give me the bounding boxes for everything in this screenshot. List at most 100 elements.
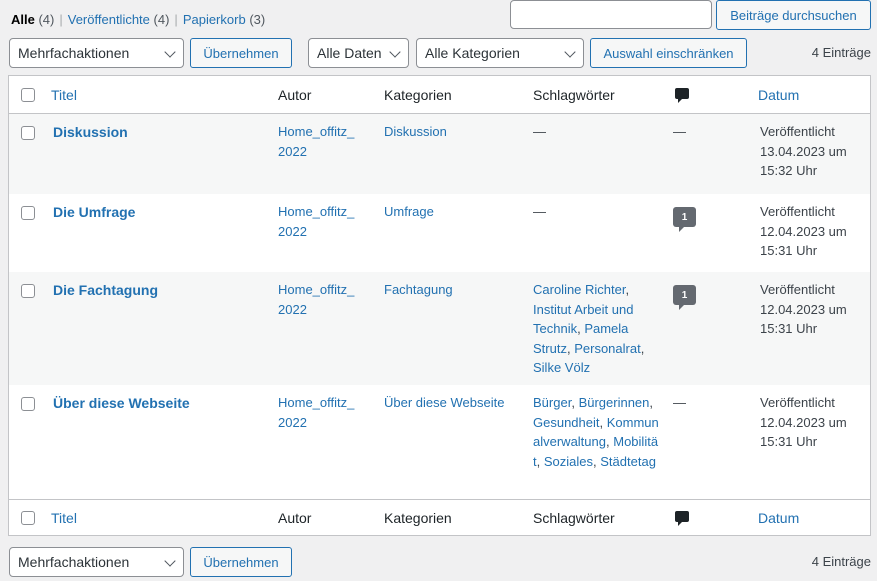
filter-trash-count: (3) bbox=[249, 12, 266, 27]
author-line: Home_offitz_ bbox=[278, 395, 355, 410]
author-line: Home_offitz_ bbox=[278, 282, 355, 297]
category-filter-value: Alle Kategorien bbox=[425, 45, 520, 61]
tag-separator: , bbox=[536, 453, 541, 469]
post-time-value: 15:32 Uhr bbox=[760, 163, 818, 178]
separator: | bbox=[59, 12, 63, 27]
column-title[interactable]: Titel bbox=[51, 510, 77, 526]
date-filter-value: Alle Daten bbox=[317, 45, 382, 61]
tag-separator: , bbox=[566, 340, 571, 356]
tag-separator: , bbox=[649, 395, 654, 410]
post-category-link[interactable]: Umfrage bbox=[384, 202, 524, 222]
select-all-checkbox[interactable] bbox=[21, 511, 35, 525]
bulk-actions-select-bottom[interactable]: Mehrfachaktionen bbox=[9, 547, 184, 577]
tag-link[interactable]: Silke Völz bbox=[533, 360, 590, 375]
table-row: Über diese Webseite Home_offitz_ 2022 Übe… bbox=[9, 385, 870, 499]
row-checkbox[interactable] bbox=[21, 284, 35, 298]
date-filter-select[interactable]: Alle Daten bbox=[308, 38, 409, 68]
chevron-down-icon bbox=[164, 555, 176, 567]
filter-all-label: Alle bbox=[11, 12, 35, 27]
filter-button[interactable]: Auswahl einschränken bbox=[590, 38, 747, 68]
table-row: Die Umfrage Home_offitz_ 2022 Umfrage — 1… bbox=[9, 194, 870, 272]
tag-link[interactable]: Bürgerinnen bbox=[579, 395, 650, 410]
no-comments: — bbox=[673, 124, 686, 139]
post-date: Veröffentlicht 13.04.2023 um 15:32 Uhr bbox=[760, 122, 865, 181]
author-line: Home_offitz_ bbox=[278, 204, 355, 219]
search-input[interactable] bbox=[510, 0, 712, 29]
tag-separator: , bbox=[599, 414, 604, 430]
filter-published-label: Veröffentlichte bbox=[67, 12, 150, 27]
post-category-link[interactable]: Diskussion bbox=[384, 122, 524, 142]
tag-link[interactable]: Personalrat bbox=[574, 341, 640, 356]
row-checkbox[interactable] bbox=[21, 126, 35, 140]
apply-button-bottom[interactable]: Übernehmen bbox=[190, 547, 292, 577]
post-category-link[interactable]: Über diese Webseite bbox=[384, 393, 524, 413]
author-line: 2022 bbox=[278, 143, 307, 159]
comment-bubble-icon bbox=[675, 88, 689, 103]
post-date: Veröffentlicht 12.04.2023 um 15:31 Uhr bbox=[760, 202, 865, 261]
post-date: Veröffentlicht 12.04.2023 um 15:31 Uhr bbox=[760, 393, 865, 452]
no-comments: — bbox=[673, 395, 686, 410]
column-categories: Kategorien bbox=[384, 87, 452, 103]
post-date-value: 13.04.2023 um bbox=[760, 143, 847, 159]
chevron-down-icon bbox=[389, 46, 401, 58]
tag-link[interactable]: Caroline Richter bbox=[533, 282, 626, 297]
select-all-checkbox[interactable] bbox=[21, 88, 35, 102]
bulk-actions-select[interactable]: Mehrfachaktionen bbox=[9, 38, 184, 68]
post-date-value: 12.04.2023 um bbox=[760, 301, 847, 317]
tag-separator: , bbox=[606, 434, 610, 449]
post-category-link[interactable]: Fachtagung bbox=[384, 280, 524, 300]
items-count: 4 Einträge bbox=[811, 45, 871, 60]
column-categories: Kategorien bbox=[384, 510, 452, 526]
post-time-value: 15:31 Uhr bbox=[760, 434, 818, 449]
post-time-value: 15:31 Uhr bbox=[760, 321, 818, 336]
table-header: Titel Autor Kategorien Schlagwörter Datu… bbox=[9, 76, 870, 114]
tag-link[interactable]: Bürger bbox=[533, 395, 571, 410]
status-filter-links: Alle (4) | Veröffentlichte (4) | Papierkorb … bbox=[11, 12, 265, 27]
no-tags: — bbox=[533, 124, 546, 139]
post-status: Veröffentlicht bbox=[760, 204, 835, 219]
tag-separator: , bbox=[593, 453, 597, 469]
post-date: Veröffentlicht 12.04.2023 um 15:31 Uhr bbox=[760, 280, 865, 339]
tag-link[interactable]: Gesundheit bbox=[533, 415, 600, 430]
filter-all[interactable]: Alle (4) bbox=[11, 12, 54, 27]
comment-count-badge[interactable]: 1 bbox=[673, 207, 696, 232]
post-tags: Bürger, Bürgerinnen, Gesundheit, Kommuna… bbox=[533, 393, 661, 471]
row-checkbox[interactable] bbox=[21, 397, 35, 411]
column-title[interactable]: Titel bbox=[51, 87, 77, 103]
post-status: Veröffentlicht bbox=[760, 395, 835, 410]
items-count-bottom: 4 Einträge bbox=[811, 554, 871, 569]
chevron-down-icon bbox=[164, 46, 176, 58]
filter-published-count: (4) bbox=[153, 12, 170, 27]
comment-count-badge[interactable]: 1 bbox=[673, 285, 696, 310]
post-author-link[interactable]: Home_offitz_ 2022 bbox=[278, 280, 368, 319]
tag-separator: , bbox=[625, 282, 630, 297]
category-filter-select[interactable]: Alle Kategorien bbox=[416, 38, 584, 68]
post-title-link[interactable]: Diskussion bbox=[53, 123, 128, 143]
bulk-actions-value: Mehrfachaktionen bbox=[18, 554, 130, 570]
post-title-link[interactable]: Über diese Webseite bbox=[53, 394, 190, 414]
no-tags: — bbox=[533, 204, 546, 219]
search-button[interactable]: Beiträge durchsuchen bbox=[716, 0, 871, 30]
filter-published[interactable]: Veröffentlichte bbox=[68, 12, 150, 27]
post-author-link[interactable]: Home_offitz_ 2022 bbox=[278, 202, 368, 241]
tag-link[interactable]: Städtetag bbox=[600, 454, 656, 469]
column-tags: Schlagwörter bbox=[533, 87, 615, 103]
post-author-link[interactable]: Home_offitz_ 2022 bbox=[278, 393, 368, 432]
post-title-link[interactable]: Die Umfrage bbox=[53, 203, 135, 223]
row-checkbox[interactable] bbox=[21, 206, 35, 220]
apply-button[interactable]: Übernehmen bbox=[190, 38, 292, 68]
filter-trash[interactable]: Papierkorb bbox=[183, 12, 246, 27]
post-time-value: 15:31 Uhr bbox=[760, 243, 818, 258]
table-row: Die Fachtagung Home_offitz_ 2022 Fachtagu… bbox=[9, 272, 870, 385]
post-date-value: 12.04.2023 um bbox=[760, 223, 847, 239]
post-author-link[interactable]: Home_offitz_ 2022 bbox=[278, 122, 368, 161]
author-line: Home_offitz_ bbox=[278, 124, 355, 139]
comment-bubble-icon bbox=[675, 511, 689, 526]
tag-separator: , bbox=[640, 340, 645, 356]
tag-link[interactable]: Soziales bbox=[544, 454, 593, 469]
column-date[interactable]: Datum bbox=[758, 87, 799, 103]
post-status: Veröffentlicht bbox=[760, 282, 835, 297]
post-title-link[interactable]: Die Fachtagung bbox=[53, 281, 158, 301]
posts-table: Titel Autor Kategorien Schlagwörter Datu… bbox=[8, 75, 871, 536]
column-date[interactable]: Datum bbox=[758, 510, 799, 526]
